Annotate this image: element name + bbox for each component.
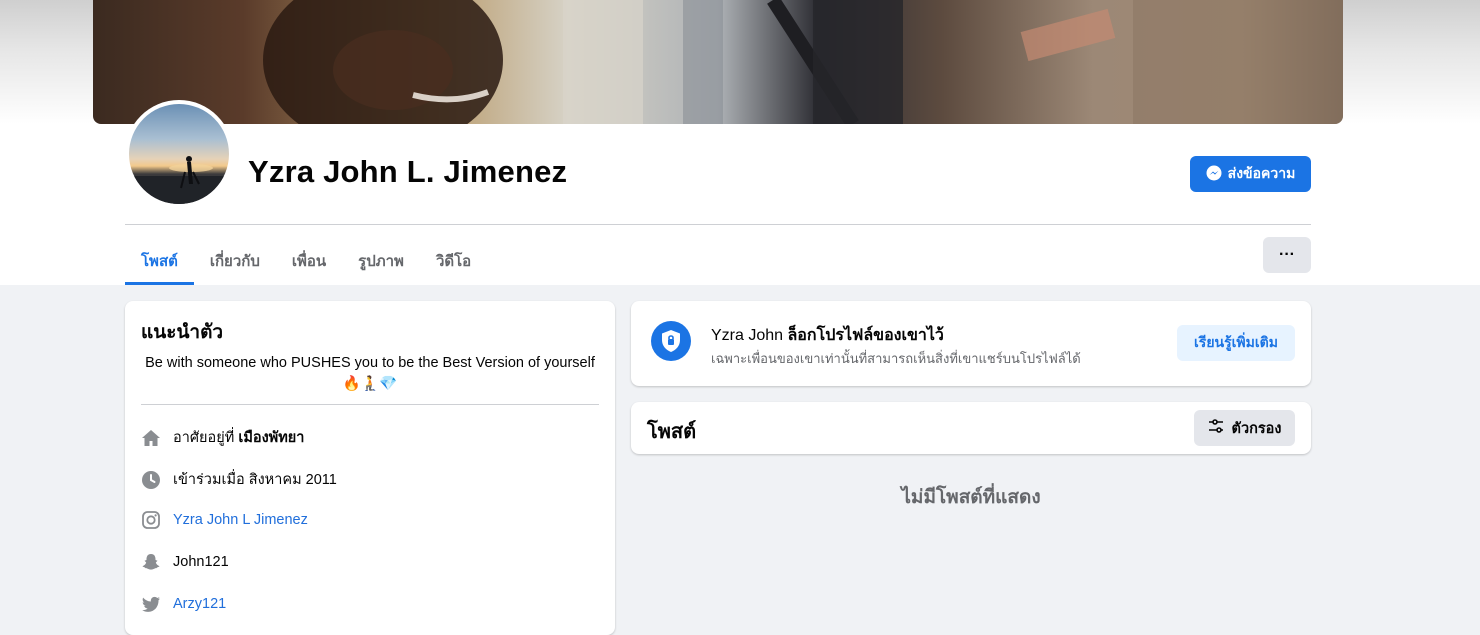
intro-title: แนะนำตัว (141, 322, 224, 343)
more-options-button[interactable]: ··· (1263, 237, 1311, 273)
profile-avatar[interactable] (125, 100, 233, 208)
snapchat-icon (141, 552, 161, 572)
tab-photos[interactable]: รูปภาพ (342, 236, 420, 285)
clock-icon (141, 470, 161, 490)
header-divider (125, 224, 1311, 225)
locked-title: Yzra John ล็อกโปรไฟล์ของเขาไว้ (711, 323, 944, 348)
twitter-icon (141, 594, 161, 614)
learn-more-button[interactable]: เรียนรู้เพิ่มเติม (1177, 325, 1295, 361)
joined-row: เข้าร่วมเมื่อ สิงหาคม 2011 (141, 468, 337, 491)
no-posts-message: ไม่มีโพสต์ที่แสดง (901, 487, 1041, 508)
locked-name: Yzra John (711, 327, 784, 344)
locked-title-suffix: ล็อกโปรไฟล์ของเขาไว้ (787, 327, 944, 344)
lives-in-place[interactable]: เมืองพัทยา (238, 430, 304, 446)
intro-card: แนะนำตัว Be with someone who PUSHES you … (125, 301, 615, 635)
home-icon (141, 428, 161, 448)
twitter-link[interactable]: Arzy121 (173, 596, 226, 612)
shield-lock-icon (651, 321, 691, 361)
snapchat-handle: John121 (173, 554, 229, 570)
filter-icon (1208, 418, 1224, 438)
filter-label: ตัวกรอง (1231, 420, 1282, 437)
intro-divider (141, 404, 599, 405)
instagram-row: Yzra John L Jimenez (141, 510, 308, 530)
profile-name: Yzra John L. Jimenez (248, 154, 568, 189)
cover-photo[interactable] (93, 0, 1343, 124)
messenger-icon (1206, 165, 1222, 184)
send-message-label: ส่งข้อความ (1227, 165, 1296, 181)
instagram-icon (141, 510, 161, 530)
send-message-button[interactable]: ส่งข้อความ (1190, 156, 1311, 192)
avatar-photo (129, 104, 229, 204)
locked-subtitle: เฉพาะเพื่อนของเขาเท่านั้นที่สามารถเห็นสิ… (711, 351, 1081, 366)
lives-in-prefix: อาศัยอยู่ที่ (173, 430, 235, 446)
posts-title: โพสต์ (647, 421, 697, 443)
snapchat-row: John121 (141, 552, 229, 572)
profile-tabs: โพสต์ เกี่ยวกับ เพื่อน รูปภาพ วิดีโอ (125, 236, 487, 285)
filter-button[interactable]: ตัวกรอง (1194, 410, 1295, 446)
bio-text: Be with someone who PUSHES you to be the… (145, 355, 595, 371)
lives-in-row: อาศัยอยู่ที่ เมืองพัทยา (141, 426, 304, 449)
tab-videos[interactable]: วิดีโอ (420, 236, 487, 285)
tab-friends[interactable]: เพื่อน (276, 236, 342, 285)
twitter-row: Arzy121 (141, 594, 226, 614)
tab-about[interactable]: เกี่ยวกับ (194, 236, 276, 285)
intro-bio: Be with someone who PUSHES you to be the… (141, 353, 599, 395)
posts-card: โพสต์ ตัวกรอง (631, 402, 1311, 454)
bio-emojis: 🔥🧎💎 (342, 376, 398, 392)
lives-in-text: อาศัยอยู่ที่ เมืองพัทยา (173, 426, 304, 449)
locked-profile-card: Yzra John ล็อกโปรไฟล์ของเขาไว้ เฉพาะเพื่… (631, 301, 1311, 386)
joined-text: เข้าร่วมเมื่อ สิงหาคม 2011 (173, 472, 337, 488)
instagram-link[interactable]: Yzra John L Jimenez (173, 512, 308, 528)
tab-posts[interactable]: โพสต์ (125, 236, 194, 285)
